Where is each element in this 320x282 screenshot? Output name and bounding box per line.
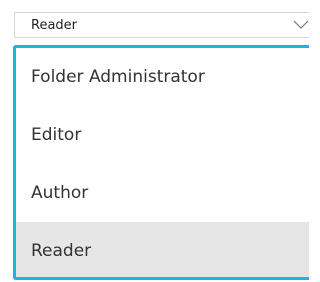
chevron-down-icon[interactable] (293, 20, 309, 30)
option-editor[interactable]: Editor (16, 106, 309, 164)
role-dropdown-list: Folder Administrator Editor Author Reade… (13, 45, 309, 280)
role-select[interactable]: Reader (14, 12, 309, 38)
option-label: Folder Administrator (31, 67, 205, 87)
select-current-value: Reader (31, 18, 78, 33)
option-label: Editor (31, 125, 82, 145)
option-folder-administrator[interactable]: Folder Administrator (16, 48, 309, 106)
option-author[interactable]: Author (16, 164, 309, 222)
option-label: Reader (31, 241, 92, 261)
option-label: Author (31, 183, 89, 203)
option-reader[interactable]: Reader (16, 222, 309, 277)
